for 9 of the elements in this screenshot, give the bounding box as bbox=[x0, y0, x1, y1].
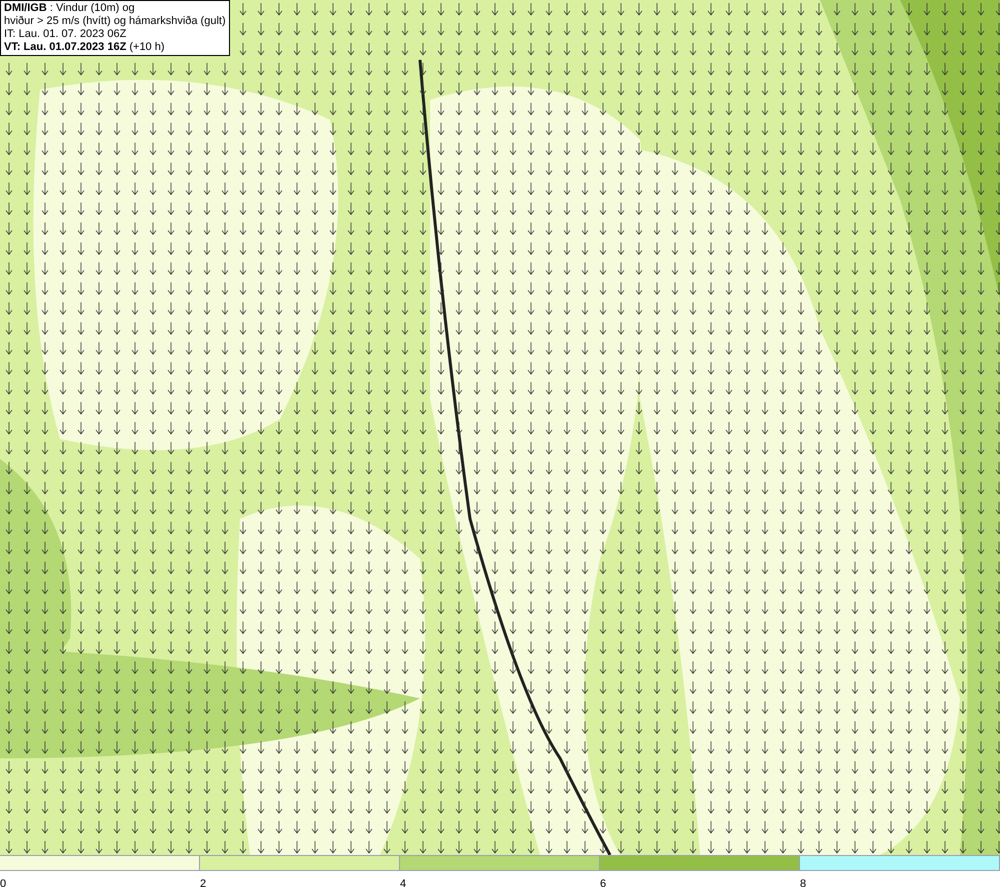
legend-tick-label: 6 bbox=[600, 878, 606, 887]
legend-tick-label: 4 bbox=[400, 878, 406, 887]
title-line: DMI/IGB : Vindur (10m) og bbox=[4, 2, 136, 15]
title-line: VT: Lau. 01.07.2023 16Z (+10 h) bbox=[4, 41, 166, 54]
title-line: hviður > 25 m/s (hvítt) og hámarkshviða (gult) bbox=[4, 15, 226, 28]
legend-tick-label: 8 bbox=[800, 878, 806, 887]
legend-tick-label: 0 bbox=[0, 878, 6, 887]
legend-tick-label: 2 bbox=[200, 878, 206, 887]
title-line: IT: Lau. 01. 07. 2023 06Z bbox=[4, 28, 128, 41]
